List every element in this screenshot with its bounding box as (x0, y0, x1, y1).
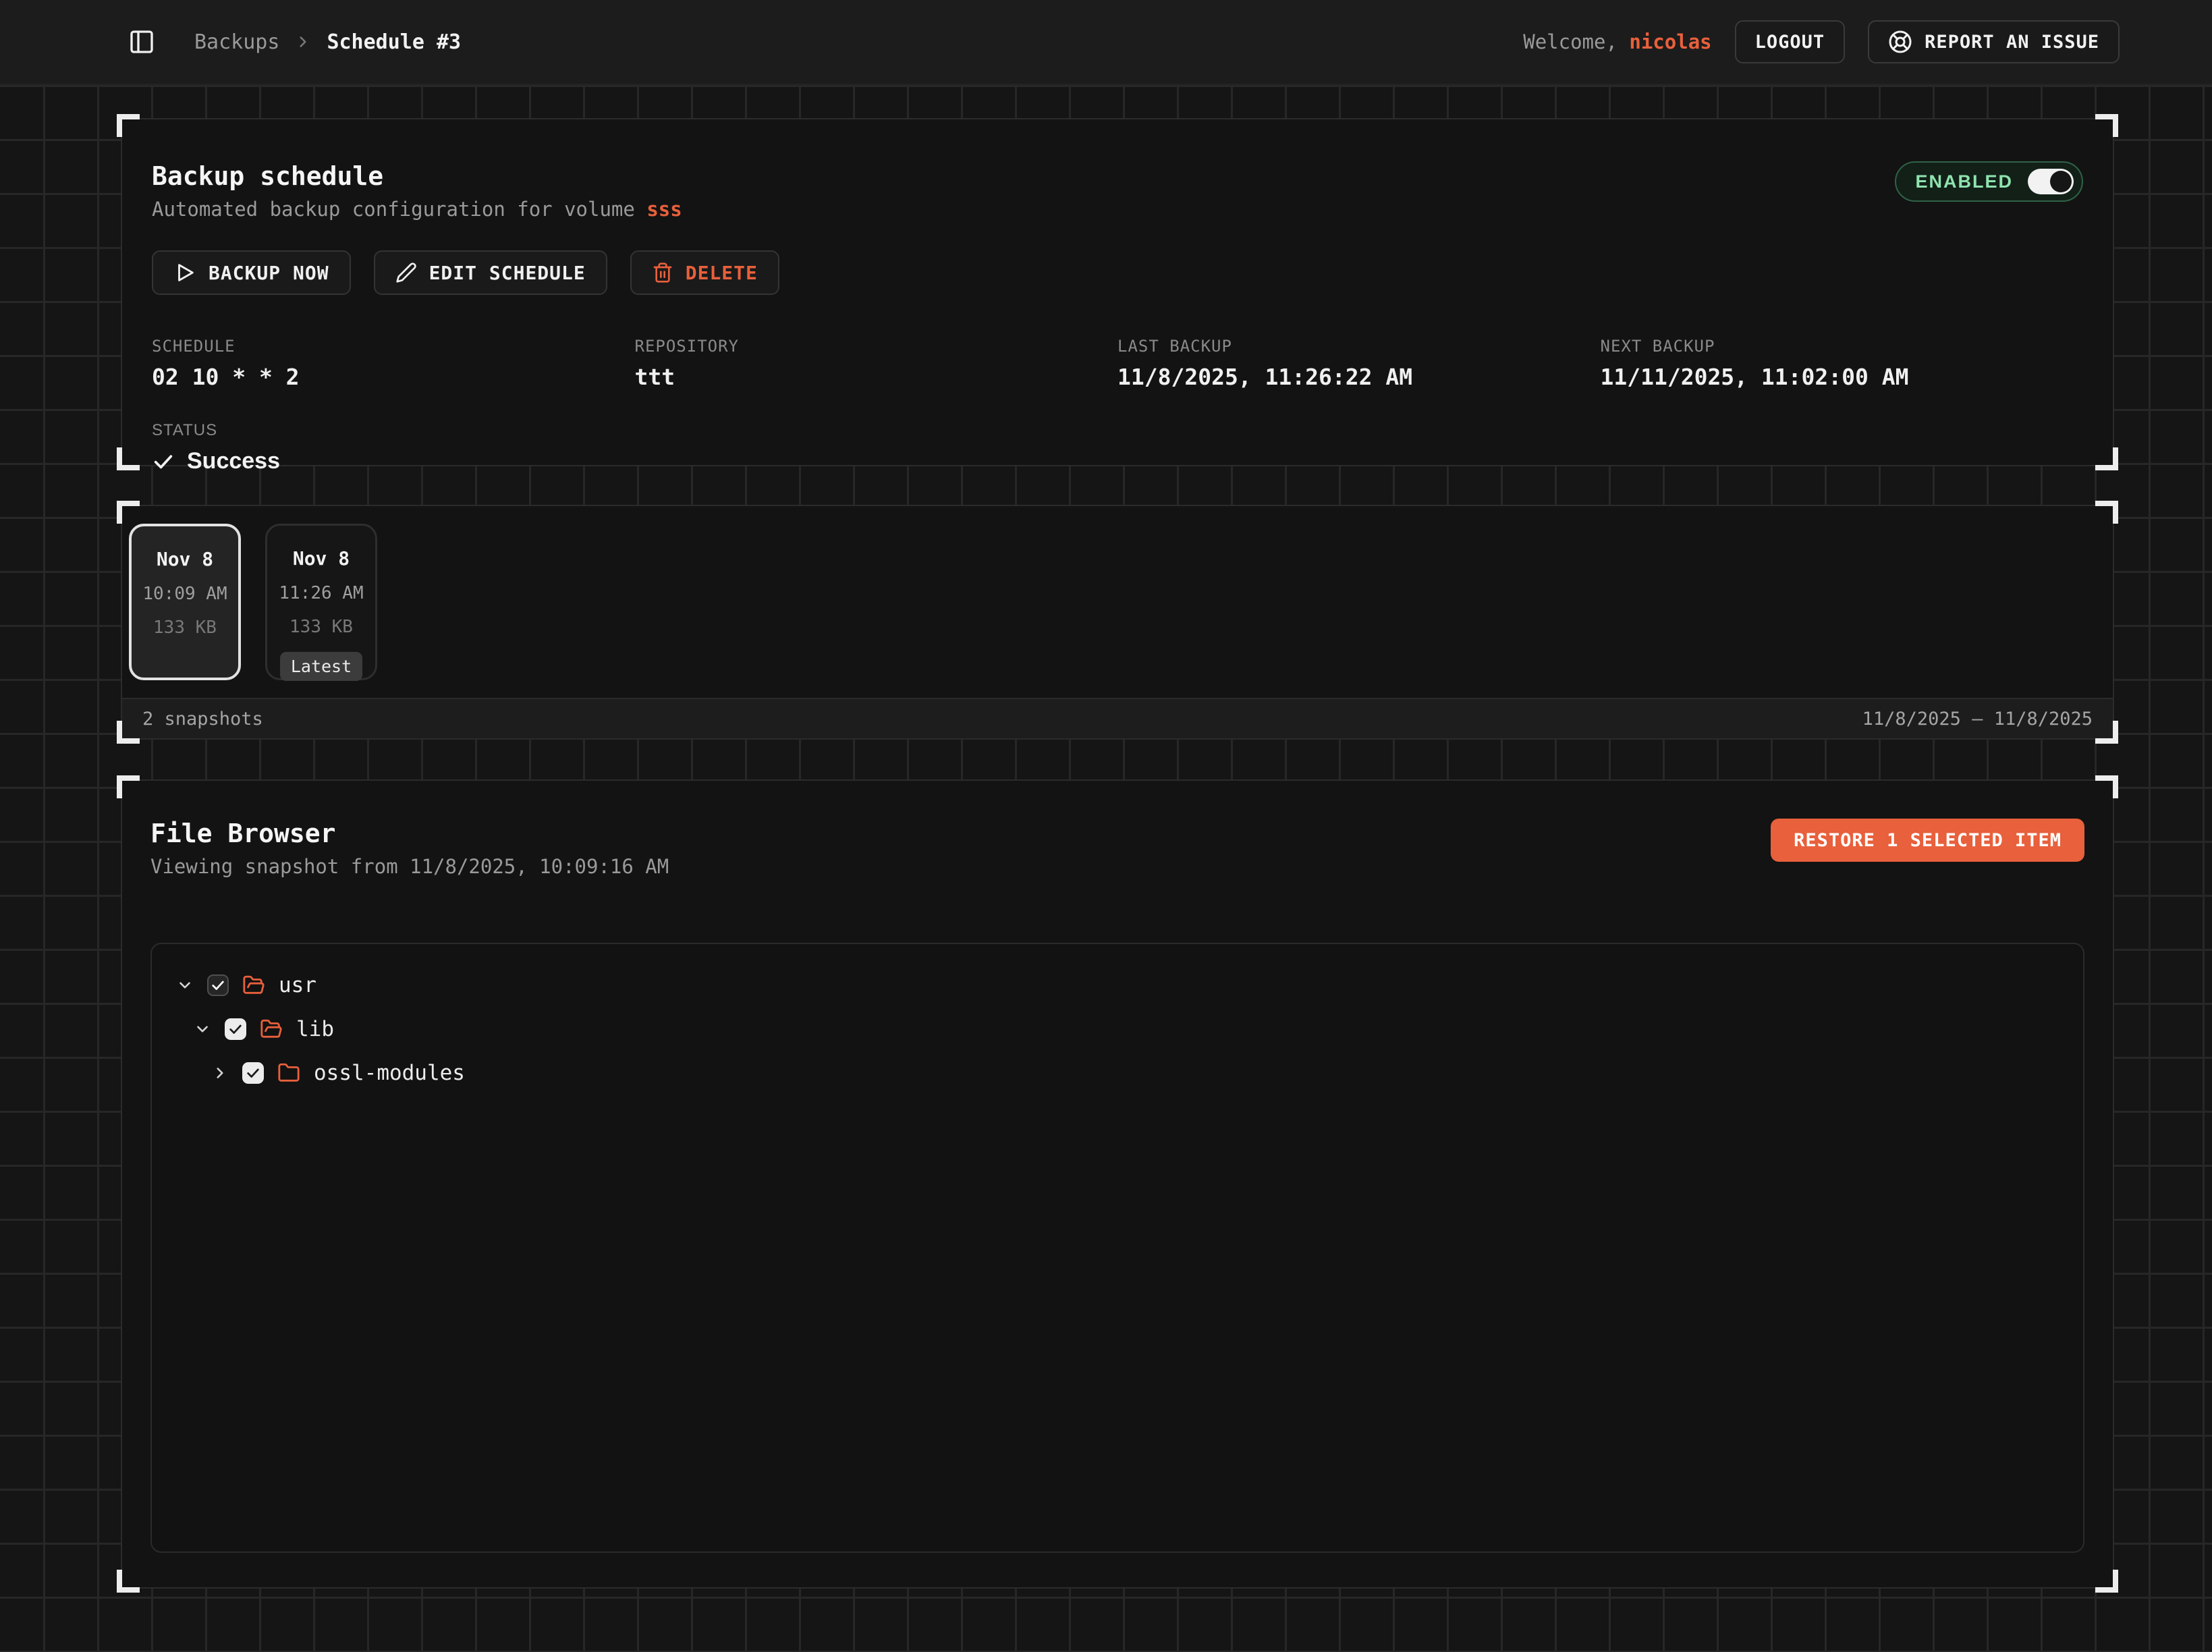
restore-label: RESTORE 1 SELECTED ITEM (1794, 830, 2062, 851)
play-icon (173, 261, 196, 284)
snapshot-date: Nov 8 (293, 547, 350, 570)
volume-name: sss (646, 198, 682, 221)
corner-bracket (2095, 501, 2118, 524)
folder-open-icon (242, 974, 265, 997)
corner-bracket (117, 501, 140, 524)
tree-row-lib[interactable]: lib (152, 1007, 2083, 1051)
schedule-subtitle-text: Automated backup configuration for volum… (152, 198, 635, 221)
breadcrumb-backups[interactable]: Backups (194, 30, 279, 54)
corner-bracket (2095, 447, 2118, 470)
snapshot-time: 11:26 AM (279, 583, 363, 603)
top-bar-right: Welcome, nicolas LOGOUT REPORT AN ISSUE (1523, 20, 2120, 63)
folder-icon (277, 1062, 300, 1084)
tree-item-name: ossl-modules (314, 1061, 465, 1085)
edit-schedule-button[interactable]: EDIT SCHEDULE (374, 250, 607, 295)
report-issue-button[interactable]: REPORT AN ISSUE (1868, 20, 2120, 63)
field-next-backup: NEXT BACKUP 11/11/2025, 11:02:00 AM (1601, 337, 2084, 390)
chevron-right-icon (294, 33, 312, 51)
top-bar: Backups Schedule #3 Welcome, nicolas LOG… (0, 0, 2212, 85)
report-issue-label: REPORT AN ISSUE (1925, 32, 2099, 53)
tree-row-usr[interactable]: usr (152, 963, 2083, 1007)
tree-item-name: lib (296, 1017, 334, 1041)
latest-badge: Latest (280, 652, 362, 681)
file-browser-card: File Browser Viewing snapshot from 11/8/… (121, 779, 2114, 1589)
welcome-prefix: Welcome, (1523, 30, 1617, 53)
field-value: 02 10 * * 2 (152, 364, 635, 390)
snapshot-card-selected[interactable]: Nov 8 10:09 AM 133 KB (129, 524, 241, 680)
corner-bracket (2095, 721, 2118, 744)
file-tree: usr lib (150, 943, 2084, 1553)
corner-bracket (2095, 1570, 2118, 1593)
toggle-knob (2050, 171, 2072, 192)
breadcrumb: Backups Schedule #3 (194, 30, 461, 54)
edit-schedule-label: EDIT SCHEDULE (429, 262, 586, 284)
breadcrumb-current: Schedule #3 (327, 30, 461, 54)
sidebar-toggle-button[interactable] (128, 28, 155, 55)
backup-now-button[interactable]: BACKUP NOW (152, 250, 351, 295)
enabled-toggle[interactable]: ENABLED (1895, 161, 2083, 202)
logout-button[interactable]: LOGOUT (1735, 20, 1846, 63)
status-field: STATUS Success (152, 421, 2083, 474)
field-value: 11/11/2025, 11:02:00 AM (1601, 364, 2084, 390)
field-last-backup: LAST BACKUP 11/8/2025, 11:26:22 AM (1117, 337, 1601, 390)
field-value: ttt (635, 364, 1118, 390)
delete-button[interactable]: DELETE (630, 250, 779, 295)
toggle-switch[interactable] (2028, 169, 2074, 194)
field-label: LAST BACKUP (1117, 337, 1601, 356)
trash-icon (652, 262, 673, 283)
snapshots-footer: 2 snapshots 11/8/2025 – 11/8/2025 (122, 698, 2113, 738)
chevron-down-icon[interactable] (194, 1020, 211, 1038)
status-value: Success (152, 448, 2083, 474)
corner-bracket (117, 114, 140, 137)
file-browser-title: File Browser (150, 819, 669, 848)
status-text: Success (187, 448, 280, 474)
username-text: nicolas (1629, 30, 1711, 53)
schedule-fields: SCHEDULE 02 10 * * 2 REPOSITORY ttt LAST… (152, 337, 2083, 390)
status-label: STATUS (152, 421, 2083, 440)
checkbox-lib[interactable] (225, 1018, 246, 1040)
corner-bracket (2095, 775, 2118, 798)
field-schedule: SCHEDULE 02 10 * * 2 (152, 337, 635, 390)
field-label: SCHEDULE (152, 337, 635, 356)
enabled-label: ENABLED (1915, 171, 2013, 192)
field-repository: REPOSITORY ttt (635, 337, 1118, 390)
backup-now-label: BACKUP NOW (209, 262, 329, 284)
logout-label: LOGOUT (1755, 32, 1825, 53)
panel-left-icon (128, 28, 155, 55)
chevron-right-icon[interactable] (211, 1064, 229, 1082)
snapshot-count: 2 snapshots (142, 709, 263, 729)
folder-open-icon (260, 1018, 283, 1041)
file-browser-subtitle: Viewing snapshot from 11/8/2025, 10:09:1… (150, 855, 669, 878)
tree-item-name: usr (279, 973, 316, 997)
snapshot-date-range: 11/8/2025 – 11/8/2025 (1862, 709, 2093, 729)
pencil-icon (395, 262, 417, 283)
checkbox-usr[interactable] (207, 974, 229, 996)
tree-row-ossl-modules[interactable]: ossl-modules (152, 1051, 2083, 1095)
chevron-down-icon[interactable] (176, 976, 194, 994)
restore-selected-button[interactable]: RESTORE 1 SELECTED ITEM (1771, 819, 2084, 862)
check-icon (152, 450, 175, 473)
snapshot-time: 10:09 AM (142, 584, 227, 604)
schedule-subtitle: Automated backup configuration for volum… (152, 198, 682, 221)
snapshot-card-latest[interactable]: Nov 8 11:26 AM 133 KB Latest (265, 524, 377, 680)
field-label: REPOSITORY (635, 337, 1118, 356)
corner-bracket (117, 1570, 140, 1593)
delete-label: DELETE (686, 262, 758, 284)
welcome-text: Welcome, nicolas (1523, 30, 1711, 53)
backup-schedule-card: Backup schedule Automated backup configu… (121, 118, 2114, 466)
corner-bracket (117, 775, 140, 798)
snapshot-date: Nov 8 (157, 548, 213, 570)
snapshot-size: 133 KB (289, 617, 353, 637)
snapshots-section: Nov 8 10:09 AM 133 KB Nov 8 11:26 AM 133… (121, 505, 2114, 740)
field-label: NEXT BACKUP (1601, 337, 2084, 356)
schedule-title: Backup schedule (152, 161, 682, 191)
snapshot-size: 133 KB (153, 617, 217, 638)
lifebuoy-icon (1888, 30, 1912, 54)
snapshot-list: Nov 8 10:09 AM 133 KB Nov 8 11:26 AM 133… (122, 506, 2113, 698)
corner-bracket (117, 447, 140, 470)
field-value: 11/8/2025, 11:26:22 AM (1117, 364, 1601, 390)
checkbox-ossl-modules[interactable] (242, 1062, 264, 1084)
corner-bracket (117, 721, 140, 744)
corner-bracket (2095, 114, 2118, 137)
